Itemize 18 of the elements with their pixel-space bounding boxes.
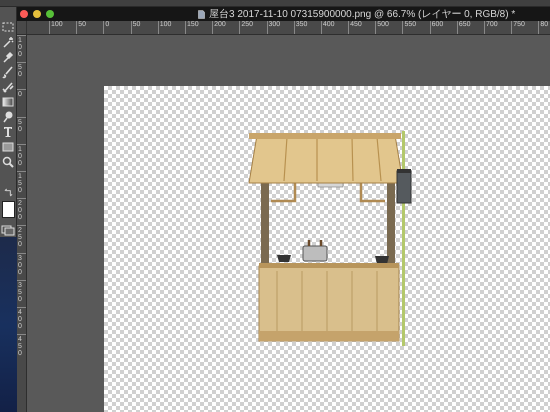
rectangle-tool-icon[interactable] xyxy=(1,140,15,154)
dodge-icon[interactable] xyxy=(1,110,15,124)
type-tool-icon[interactable] xyxy=(1,125,15,139)
clone-stamp-icon[interactable] xyxy=(1,80,15,94)
brush-icon[interactable] xyxy=(1,65,15,79)
screen-mode-icon[interactable] xyxy=(1,223,15,237)
window-title: 屋台3 2017-11-10 07315900000.png @ 66.7% (レイヤー 0, RGB/8) * xyxy=(209,8,516,21)
gradient-icon[interactable] xyxy=(1,95,15,109)
magic-wand-icon[interactable] xyxy=(1,35,15,49)
zoom-button[interactable] xyxy=(46,10,54,18)
foreground-color-swatch[interactable] xyxy=(2,201,14,218)
minimize-button[interactable] xyxy=(33,10,41,18)
document-icon xyxy=(198,10,205,18)
eyedropper-icon[interactable] xyxy=(1,50,15,64)
zoom-icon[interactable] xyxy=(1,155,15,169)
close-button[interactable] xyxy=(20,10,28,18)
marquee-tool-icon[interactable] xyxy=(1,20,15,34)
swap-colors-icon[interactable] xyxy=(4,188,12,197)
